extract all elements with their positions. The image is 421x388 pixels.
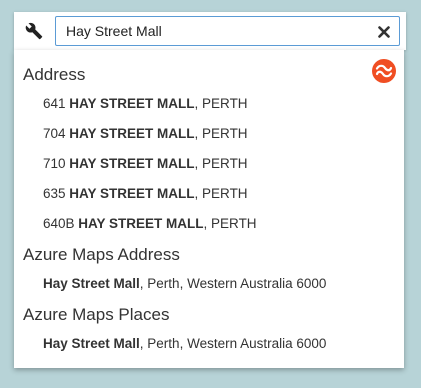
search-input[interactable] <box>55 16 400 46</box>
result-item[interactable]: 640B HAY STREET MALL, PERTH <box>14 211 404 237</box>
result-prefix: 704 <box>43 126 70 141</box>
result-match: HAY STREET MALL <box>78 216 204 231</box>
search-bar <box>14 12 406 50</box>
result-suffix: , Perth, Western Australia 6000 <box>139 336 327 351</box>
result-suffix: , PERTH <box>203 216 257 231</box>
tool-button[interactable] <box>14 12 54 50</box>
result-suffix: , PERTH <box>194 186 248 201</box>
result-match: HAY STREET MALL <box>69 156 195 171</box>
result-match: Hay Street Mall <box>43 336 140 351</box>
result-prefix: 710 <box>43 156 70 171</box>
result-match: HAY STREET MALL <box>69 96 195 111</box>
result-suffix: , PERTH <box>194 96 248 111</box>
group-header-azure-maps-address: Azure Maps Address <box>23 245 180 264</box>
result-prefix: 640B <box>43 216 79 231</box>
result-suffix: , Perth, Western Australia 6000 <box>139 276 327 291</box>
result-item[interactable]: 704 HAY STREET MALL, PERTH <box>14 121 404 147</box>
result-item[interactable]: 710 HAY STREET MALL, PERTH <box>14 151 404 177</box>
result-match: HAY STREET MALL <box>69 186 195 201</box>
result-prefix: 635 <box>43 186 70 201</box>
close-icon <box>378 26 390 38</box>
result-item[interactable]: 635 HAY STREET MALL, PERTH <box>14 181 404 207</box>
result-suffix: , PERTH <box>194 156 248 171</box>
result-item[interactable]: Hay Street Mall, Perth, Western Australi… <box>14 331 404 357</box>
result-item[interactable]: 641 HAY STREET MALL, PERTH <box>14 91 404 117</box>
group-header-azure-maps-places: Azure Maps Places <box>23 305 170 324</box>
result-prefix: 641 <box>43 96 70 111</box>
result-match: HAY STREET MALL <box>69 126 195 141</box>
suggestions-dropdown: Address 641 HAY STREET MALL, PERTH 704 H… <box>14 50 404 368</box>
clear-search-button[interactable] <box>374 22 394 42</box>
result-match: Hay Street Mall <box>43 276 140 291</box>
provider-logo-icon <box>372 59 396 83</box>
result-suffix: , PERTH <box>194 126 248 141</box>
wrench-icon <box>25 22 43 40</box>
result-item[interactable]: Hay Street Mall, Perth, Western Australi… <box>14 271 404 297</box>
group-header-address: Address <box>23 65 86 84</box>
